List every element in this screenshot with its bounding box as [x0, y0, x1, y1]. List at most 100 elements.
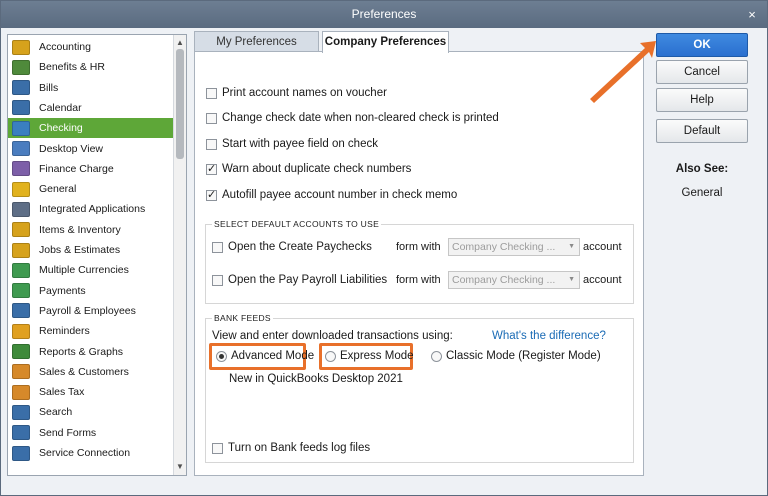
sidebar-item-multiple-currencies[interactable]: Multiple Currencies	[8, 260, 174, 280]
also-see-heading: Also See:	[675, 163, 729, 175]
mode-option-classic[interactable]: Classic Mode (Register Mode)	[431, 350, 601, 362]
sidebar-item-label: Integrated Applications	[39, 203, 146, 216]
sidebar-item-search[interactable]: Search	[8, 402, 174, 422]
default-account-label: Open the Pay Payroll Liabilities	[228, 274, 388, 286]
bank-feeds-note: New in QuickBooks Desktop 2021	[229, 373, 403, 385]
sales-tax-icon	[12, 384, 30, 400]
sidebar-item-label: Reports & Graphs	[39, 345, 124, 358]
search-icon	[12, 404, 30, 420]
option-label: Change check date when non-cleared check…	[222, 112, 499, 124]
finance-charge-icon	[12, 161, 30, 177]
option-checkbox[interactable]	[206, 188, 217, 201]
sidebar-item-integrated-applications[interactable]: Integrated Applications	[8, 199, 174, 219]
default-account-row[interactable]: Open the Pay Payroll Liabilities	[212, 274, 387, 286]
tab-company-preferences[interactable]: Company Preferences	[322, 31, 449, 53]
check-option-5[interactable]: Autofill payee account number in check m…	[206, 188, 458, 201]
multiple-currencies-icon	[12, 262, 30, 278]
sidebar-item-bills[interactable]: Bills	[8, 78, 174, 98]
check-option-4[interactable]: Warn about duplicate check numbers	[206, 162, 411, 175]
sidebar-scrollbar[interactable]: ▲ ▼	[173, 35, 186, 475]
sidebar-item-send-forms[interactable]: Send Forms	[8, 423, 174, 443]
mode-radio[interactable]	[431, 350, 442, 362]
sidebar-item-payroll-employees[interactable]: Payroll & Employees	[8, 301, 174, 321]
scroll-down-icon[interactable]: ▼	[174, 461, 186, 473]
whats-the-difference-link[interactable]: What's the difference?	[492, 330, 606, 342]
default-account-checkbox[interactable]	[212, 274, 223, 286]
payments-icon	[12, 283, 30, 299]
sidebar-item-label: Payroll & Employees	[39, 304, 136, 317]
sidebar-item-sales-customers[interactable]: Sales & Customers	[8, 362, 174, 382]
default-accounts-title: SELECT DEFAULT ACCOUNTS TO USE	[212, 219, 382, 229]
sidebar-item-items-inventory[interactable]: Items & Inventory	[8, 220, 174, 240]
sidebar-item-reports-graphs[interactable]: Reports & Graphs	[8, 342, 174, 362]
preferences-window: Preferences × Accounting Benefits & HR Bil…	[0, 0, 768, 496]
sidebar-list: Accounting Benefits & HR Bills Calendar Chec…	[8, 35, 174, 475]
default-accounts-group: SELECT DEFAULT ACCOUNTS TO USE Open the …	[205, 219, 634, 304]
sidebar-item-label: Multiple Currencies	[39, 264, 129, 277]
default-account-row[interactable]: Open the Create Paychecks	[212, 241, 372, 253]
account-suffix-label: account	[583, 241, 622, 253]
mode-radio[interactable]	[325, 350, 336, 362]
sidebar-item-label: Bills	[39, 81, 59, 94]
sidebar-item-calendar[interactable]: Calendar	[8, 98, 174, 118]
sidebar-item-finance-charge[interactable]: Finance Charge	[8, 159, 174, 179]
default-account-checkbox[interactable]	[212, 241, 223, 253]
sidebar-item-benefits-hr[interactable]: Benefits & HR	[8, 57, 174, 77]
account-select-value: Company Checking ...	[452, 274, 556, 286]
option-checkbox[interactable]	[206, 138, 217, 150]
sidebar-item-desktop-view[interactable]: Desktop View	[8, 139, 174, 159]
default-button[interactable]: Default	[656, 119, 748, 143]
sidebar-item-label: Calendar	[39, 101, 82, 114]
sidebar-item-label: Sales Tax	[39, 386, 85, 399]
payroll-icon	[12, 303, 30, 319]
sidebar-item-label: Finance Charge	[39, 162, 114, 175]
general-icon	[12, 181, 30, 197]
bank-feeds-log-checkbox[interactable]	[212, 442, 223, 454]
tab-my-preferences[interactable]: My Preferences	[194, 31, 319, 52]
sidebar-item-label: Desktop View	[39, 142, 104, 155]
chevron-down-icon: ▼	[568, 243, 575, 250]
sidebar-item-payments[interactable]: Payments	[8, 281, 174, 301]
account-select[interactable]: Company Checking ... ▼	[448, 271, 580, 289]
checking-icon	[12, 120, 30, 136]
reports-graphs-icon	[12, 344, 30, 359]
sidebar-item-jobs-estimates[interactable]: Jobs & Estimates	[8, 240, 174, 260]
check-option-1[interactable]: Print account names on voucher	[206, 87, 387, 99]
chevron-down-icon: ▼	[568, 276, 575, 283]
sidebar-item-general[interactable]: General	[8, 179, 174, 199]
sidebar-item-label: Service Connection	[39, 447, 131, 459]
also-see-general-link[interactable]: General	[656, 187, 748, 199]
bank-feeds-log-option[interactable]: Turn on Bank feeds log files	[212, 442, 370, 454]
mode-option-express[interactable]: Express Mode	[325, 350, 414, 362]
sidebar-item-reminders[interactable]: Reminders	[8, 321, 174, 341]
option-checkbox[interactable]	[206, 162, 217, 175]
check-option-2[interactable]: Change check date when non-cleared check…	[206, 112, 499, 124]
integrated-apps-icon	[12, 201, 30, 217]
scroll-up-icon[interactable]: ▲	[174, 37, 186, 49]
bank-feeds-group: BANK FEEDS View and enter downloaded tra…	[205, 313, 634, 463]
option-checkbox[interactable]	[206, 87, 217, 99]
title-bar: Preferences ×	[1, 1, 767, 28]
sidebar-item-accounting[interactable]: Accounting	[8, 37, 174, 57]
account-select-value: Company Checking ...	[452, 241, 556, 253]
mode-radio[interactable]	[216, 350, 227, 362]
orange-arrow-annotation	[590, 41, 656, 103]
option-checkbox[interactable]	[206, 112, 217, 124]
close-icon[interactable]: ×	[745, 1, 759, 28]
default-account-label: Open the Create Paychecks	[228, 241, 372, 253]
benefits-icon	[12, 59, 30, 75]
scroll-thumb[interactable]	[176, 49, 184, 159]
sidebar-item-checking[interactable]: Checking	[8, 118, 174, 139]
account-suffix-label: account	[583, 274, 622, 286]
check-option-3[interactable]: Start with payee field on check	[206, 138, 378, 150]
option-label: Autofill payee account number in check m…	[222, 189, 458, 201]
sidebar-item-label: Items & Inventory	[39, 223, 121, 236]
mode-label: Advanced Mode	[231, 350, 315, 362]
sidebar-item-service-connection[interactable]: Service Connection	[8, 443, 174, 463]
accounting-icon	[12, 39, 30, 55]
sales-customers-icon	[12, 364, 30, 380]
account-select[interactable]: Company Checking ... ▼	[448, 238, 580, 256]
mode-option-advanced[interactable]: Advanced Mode	[216, 350, 314, 362]
sidebar-item-label: Send Forms	[39, 426, 97, 439]
sidebar-item-sales-tax[interactable]: Sales Tax	[8, 382, 174, 402]
